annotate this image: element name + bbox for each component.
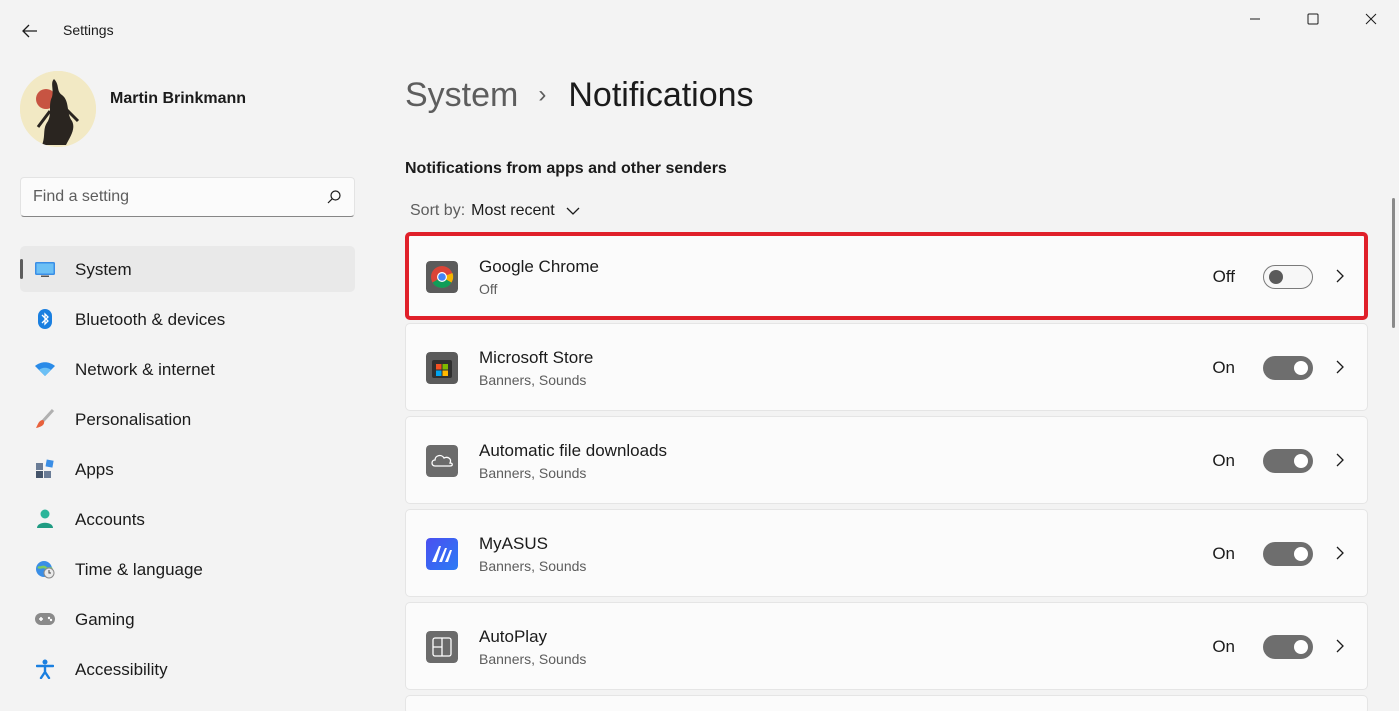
- autoplay-icon: [426, 631, 458, 663]
- app-subtitle: Banners, Sounds: [479, 372, 586, 388]
- sidebar-item-label: Gaming: [75, 610, 135, 630]
- accessibility-icon: [34, 659, 56, 679]
- app-subtitle: Banners, Sounds: [479, 558, 586, 574]
- chevron-right-icon[interactable]: [1333, 638, 1347, 654]
- title-bar: Settings: [0, 0, 1399, 62]
- sidebar-item-label: System: [75, 260, 132, 280]
- app-subtitle: Banners, Sounds: [479, 465, 586, 481]
- sidebar-item-system[interactable]: System: [20, 246, 355, 292]
- app-name: Microsoft Store: [479, 348, 593, 368]
- app-name: Automatic file downloads: [479, 441, 667, 461]
- sidebar-item-label: Time & language: [75, 560, 203, 580]
- wifi-icon: [34, 359, 56, 379]
- sidebar-item-bluetooth[interactable]: Bluetooth & devices: [20, 296, 355, 342]
- breadcrumb-separator: ›: [538, 81, 546, 109]
- person-icon: [34, 509, 56, 529]
- user-name: Martin Brinkmann: [110, 90, 246, 108]
- notification-toggle[interactable]: [1263, 449, 1313, 473]
- sidebar-item-gaming[interactable]: Gaming: [20, 596, 355, 642]
- sidebar-nav: System Bluetooth & devices Network & int…: [20, 246, 355, 696]
- breadcrumb-parent[interactable]: System: [405, 76, 518, 115]
- avatar[interactable]: [20, 71, 96, 147]
- app-title: Settings: [63, 22, 114, 38]
- app-row-microsoft-store[interactable]: Microsoft Store Banners, Sounds On: [405, 323, 1368, 411]
- toggle-state-label: On: [1212, 637, 1235, 657]
- toggle-state-label: On: [1212, 358, 1235, 378]
- notification-toggle[interactable]: [1263, 356, 1313, 380]
- toggle-state-label: On: [1212, 544, 1235, 564]
- sidebar-item-label: Accessibility: [75, 660, 168, 680]
- sidebar-item-time-language[interactable]: Time & language: [20, 546, 355, 592]
- notification-toggle[interactable]: [1263, 265, 1313, 289]
- back-arrow-icon: [22, 24, 38, 38]
- globe-clock-icon: [34, 559, 56, 579]
- sidebar-item-label: Network & internet: [75, 360, 215, 380]
- app-row-autoplay[interactable]: AutoPlay Banners, Sounds On: [405, 602, 1368, 690]
- sidebar-item-label: Accounts: [75, 510, 145, 530]
- system-display-icon: [34, 259, 56, 279]
- app-name: MyASUS: [479, 534, 548, 554]
- scrollbar[interactable]: [1392, 198, 1395, 328]
- page-title: Notifications: [568, 76, 753, 115]
- toggle-state-label: Off: [1213, 267, 1235, 287]
- myasus-icon: [426, 538, 458, 570]
- sidebar-item-label: Bluetooth & devices: [75, 310, 225, 330]
- selection-indicator: [20, 259, 23, 279]
- notification-toggle[interactable]: [1263, 635, 1313, 659]
- apps-icon: [34, 459, 56, 479]
- maximize-icon: [1307, 13, 1319, 25]
- toggle-knob: [1294, 454, 1308, 468]
- search-input[interactable]: [33, 178, 313, 216]
- chevron-right-icon[interactable]: [1333, 545, 1347, 561]
- paintbrush-icon: [34, 409, 56, 429]
- toggle-state-label: On: [1212, 451, 1235, 471]
- sort-label: Sort by:: [410, 202, 465, 220]
- sidebar-item-network[interactable]: Network & internet: [20, 346, 355, 392]
- toggle-knob: [1269, 270, 1283, 284]
- app-name: Google Chrome: [479, 257, 599, 277]
- sidebar-item-apps[interactable]: Apps: [20, 446, 355, 492]
- app-subtitle: Banners, Sounds: [479, 651, 586, 667]
- search-box[interactable]: [20, 177, 355, 217]
- chrome-icon: [426, 261, 458, 293]
- sort-dropdown[interactable]: Sort by: Most recent: [410, 200, 581, 222]
- app-row-myasus[interactable]: MyASUS Banners, Sounds On: [405, 509, 1368, 597]
- breadcrumb: System › Notifications: [405, 72, 754, 118]
- sidebar-item-label: Personalisation: [75, 410, 191, 430]
- chevron-right-icon[interactable]: [1333, 268, 1347, 284]
- app-row-partial[interactable]: [405, 695, 1368, 711]
- chevron-right-icon[interactable]: [1333, 452, 1347, 468]
- app-row-automatic-file-downloads[interactable]: Automatic file downloads Banners, Sounds…: [405, 416, 1368, 504]
- toggle-knob: [1294, 361, 1308, 375]
- chevron-down-icon: [565, 203, 581, 219]
- sidebar-item-accessibility[interactable]: Accessibility: [20, 646, 355, 692]
- sidebar-item-personalisation[interactable]: Personalisation: [20, 396, 355, 442]
- maximize-button[interactable]: [1285, 0, 1341, 38]
- close-icon: [1365, 13, 1377, 25]
- chevron-right-icon[interactable]: [1333, 359, 1347, 375]
- cloud-icon: [426, 445, 458, 477]
- bluetooth-icon: [34, 309, 56, 329]
- back-button[interactable]: [14, 16, 46, 46]
- avatar-image: [20, 71, 96, 147]
- minimize-button[interactable]: [1227, 0, 1283, 38]
- microsoft-store-icon: [426, 352, 458, 384]
- search-icon[interactable]: [326, 189, 342, 205]
- sidebar-item-label: Apps: [75, 460, 114, 480]
- gamepad-icon: [34, 609, 56, 629]
- toggle-knob: [1294, 547, 1308, 561]
- sort-value: Most recent: [471, 202, 555, 220]
- toggle-knob: [1294, 640, 1308, 654]
- app-name: AutoPlay: [479, 627, 547, 647]
- app-subtitle: Off: [479, 281, 497, 297]
- close-button[interactable]: [1343, 0, 1399, 38]
- app-row-google-chrome[interactable]: Google Chrome Off Off: [405, 232, 1368, 320]
- notification-toggle[interactable]: [1263, 542, 1313, 566]
- minimize-icon: [1249, 13, 1261, 25]
- sidebar-item-accounts[interactable]: Accounts: [20, 496, 355, 542]
- section-title: Notifications from apps and other sender…: [405, 160, 727, 178]
